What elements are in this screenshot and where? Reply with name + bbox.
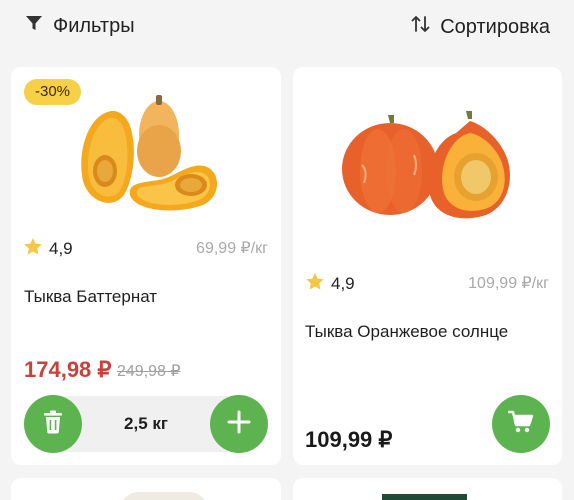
sort-arrows-icon xyxy=(410,13,432,40)
discount-badge: -30% xyxy=(24,79,82,105)
price: 109,99 ₽ xyxy=(305,427,393,452)
old-price: 249,98 ₽ xyxy=(117,363,181,380)
unit-price: 69,99 ₽/кг xyxy=(196,240,268,257)
orange-sun-pumpkin-image xyxy=(338,111,518,234)
sale-price: 174,98 ₽ xyxy=(24,357,112,382)
rating-value: 4,9 xyxy=(49,239,73,258)
rating: 4,9 xyxy=(23,237,73,261)
star-icon xyxy=(23,237,43,261)
product-title[interactable]: Тыква Баттернат xyxy=(24,287,157,307)
filters-label: Фильтры xyxy=(53,14,135,37)
quantity-stepper: 2,5 кг xyxy=(24,395,268,453)
rating-value: 4,9 xyxy=(331,274,355,293)
butternut-squash-image xyxy=(75,93,220,223)
cart-icon xyxy=(507,410,534,439)
product-card[interactable]: -30% 4,9 69,99 ₽/кг Тыква Баттернат 174,… xyxy=(11,67,281,465)
product-card-partial[interactable] xyxy=(11,478,281,500)
sort-label: Сортировка xyxy=(440,15,550,38)
star-icon xyxy=(305,272,325,296)
filters-button[interactable]: Фильтры xyxy=(24,13,135,38)
rating: 4,9 xyxy=(305,272,355,296)
toolbar: Фильтры Сортировка xyxy=(0,0,574,52)
product-image-partial xyxy=(382,494,467,500)
plus-icon xyxy=(227,410,251,439)
unit-price: 109,99 ₽/кг xyxy=(468,275,549,292)
product-image-partial xyxy=(119,492,209,500)
product-card-partial[interactable] xyxy=(293,478,562,500)
add-to-cart-button[interactable] xyxy=(492,395,550,453)
sort-button[interactable]: Сортировка xyxy=(410,13,550,40)
filter-funnel-icon xyxy=(24,13,44,38)
increase-button[interactable] xyxy=(210,395,268,453)
product-title[interactable]: Тыква Оранжевое солнце xyxy=(305,322,508,342)
product-card[interactable]: 4,9 109,99 ₽/кг Тыква Оранжевое солнце 1… xyxy=(293,67,562,465)
